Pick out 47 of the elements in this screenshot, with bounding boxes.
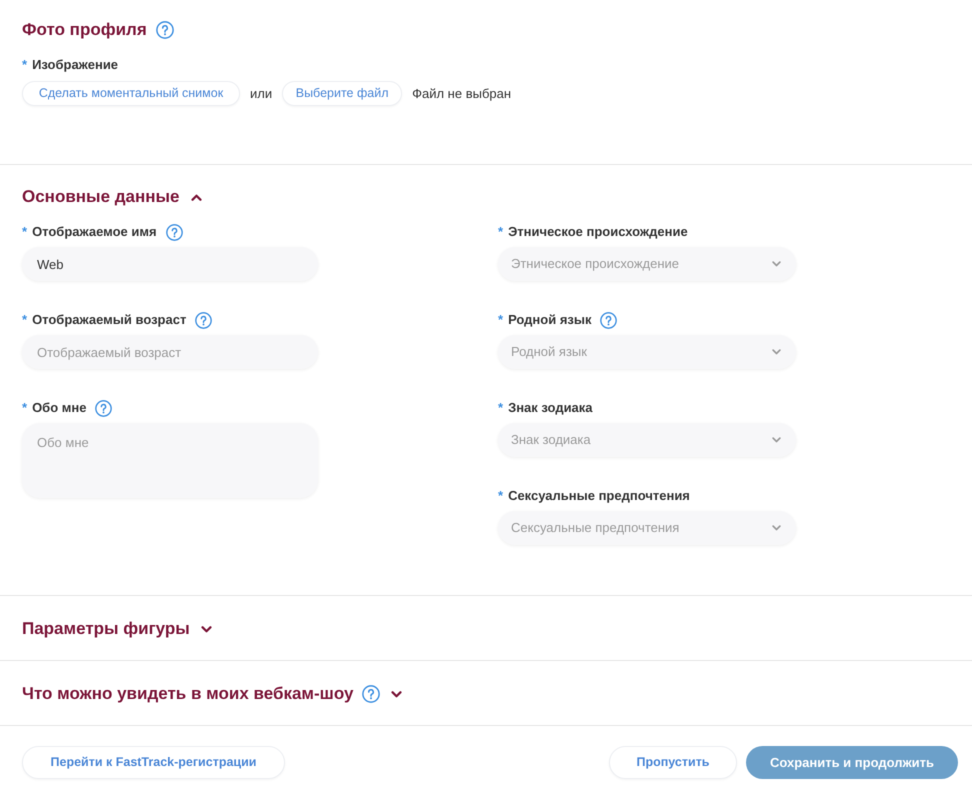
- field-label: Изображение: [32, 58, 118, 72]
- required-mark: *: [22, 58, 28, 72]
- help-icon[interactable]: [166, 224, 183, 240]
- section-title: Основные данные: [22, 187, 180, 207]
- field-label: Сексуальные предпочтения: [508, 489, 690, 503]
- field-label: Родной язык: [508, 313, 592, 327]
- chevron-up-icon[interactable]: [190, 194, 202, 200]
- text-input[interactable]: Отображаемый возраст: [22, 335, 318, 369]
- help-icon[interactable]: [195, 312, 212, 328]
- chevron-down-icon: [772, 437, 781, 443]
- secondary-button[interactable]: Пропустить: [609, 746, 737, 779]
- textarea-field[interactable]: Обо мне: [22, 423, 318, 498]
- save-button[interactable]: Сохранить и продолжить: [746, 746, 958, 779]
- field-label: Обо мне: [32, 401, 86, 415]
- help-icon[interactable]: [600, 312, 618, 328]
- required-mark: *: [22, 225, 28, 239]
- snapshot-button[interactable]: Сделать моментальный снимок: [22, 81, 240, 106]
- field-label: Этническое происхождение: [508, 225, 688, 239]
- chevron-down-icon: [772, 525, 781, 531]
- text-input[interactable]: Web: [22, 247, 318, 281]
- field-label: Знак зодиака: [508, 401, 593, 415]
- secondary-button[interactable]: Перейти к FastTrack-регистрации: [22, 746, 285, 779]
- required-mark: *: [498, 401, 504, 415]
- required-mark: *: [498, 489, 504, 503]
- file-status-text: Файл не выбран: [412, 84, 512, 103]
- chevron-down-icon[interactable]: [200, 626, 212, 632]
- required-mark: *: [498, 313, 504, 327]
- section-title: Параметры фигуры: [22, 619, 190, 639]
- required-mark: *: [22, 313, 28, 327]
- dropdown-field[interactable]: Знак зодиака: [498, 423, 796, 457]
- chevron-down-icon[interactable]: [391, 690, 402, 698]
- choose-file-button[interactable]: Выберите файл: [282, 81, 402, 106]
- section-title: Что можно увидеть в моих вебкам-шоу: [22, 684, 354, 704]
- dropdown-field[interactable]: Родной язык: [498, 335, 796, 369]
- field-label: Отображаемый возраст: [32, 313, 186, 327]
- help-icon[interactable]: [362, 685, 380, 703]
- help-icon[interactable]: [156, 21, 174, 39]
- dropdown-field[interactable]: Сексуальные предпочтения: [498, 511, 796, 545]
- section-title: Фото профиля: [22, 20, 147, 40]
- chevron-down-icon: [772, 349, 781, 355]
- separator-text: или: [250, 84, 272, 103]
- required-mark: *: [22, 401, 28, 415]
- dropdown-field[interactable]: Этническое происхождение: [498, 247, 796, 281]
- required-mark: *: [498, 225, 504, 239]
- chevron-down-icon: [772, 261, 781, 267]
- field-label: Отображаемое имя: [32, 225, 157, 239]
- help-icon[interactable]: [95, 400, 112, 416]
